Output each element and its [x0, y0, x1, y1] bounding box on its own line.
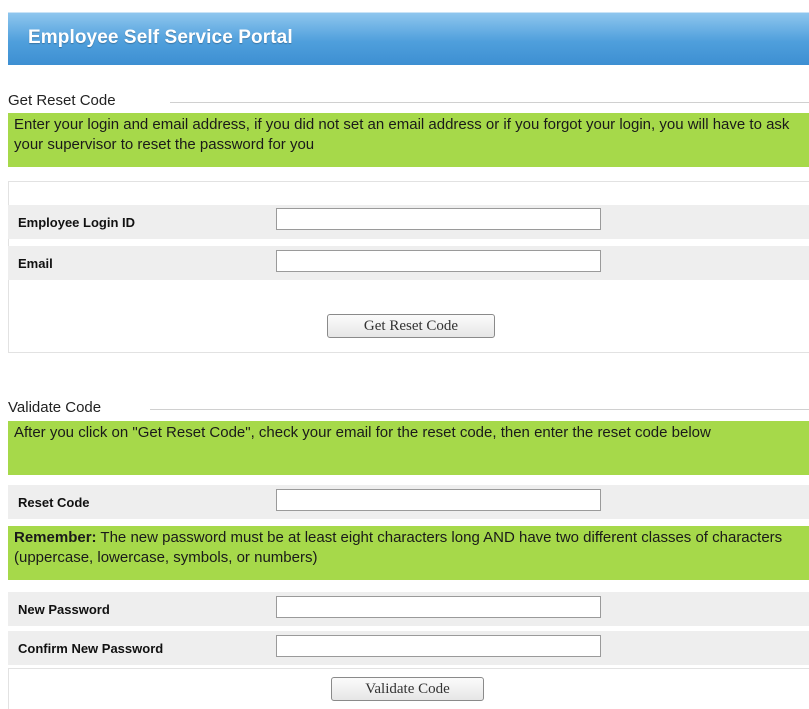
- password-requirements-note: Remember: The new password must be at le…: [8, 526, 809, 580]
- remember-label: Remember:: [14, 529, 97, 546]
- validate-code-button[interactable]: Validate Code: [331, 677, 484, 701]
- remember-text: The new password must be at least eight …: [14, 529, 783, 566]
- validate-legend: Validate Code: [8, 399, 105, 416]
- portal-title: Employee Self Service Portal: [28, 27, 293, 48]
- confirm-password-input[interactable]: [276, 635, 601, 657]
- new-password-label: New Password: [18, 602, 110, 617]
- email-label: Email: [18, 256, 53, 271]
- email-input[interactable]: [276, 250, 601, 272]
- new-password-input[interactable]: [276, 596, 601, 618]
- reset-code-input[interactable]: [276, 489, 601, 511]
- get-reset-instructions: Enter your login and email address, if y…: [8, 113, 809, 167]
- confirm-password-label: Confirm New Password: [18, 641, 164, 656]
- employee-login-input[interactable]: [276, 208, 601, 230]
- get-reset-legend: Get Reset Code: [8, 92, 119, 109]
- reset-code-label: Reset Code: [18, 495, 90, 510]
- login-label: Employee Login ID: [18, 215, 136, 230]
- validate-instructions: After you click on "Get Reset Code", che…: [8, 421, 809, 475]
- fieldset-border: [150, 409, 809, 410]
- fieldset-border: [170, 102, 809, 103]
- portal-header: Employee Self Service Portal: [8, 12, 809, 65]
- get-reset-code-button[interactable]: Get Reset Code: [327, 314, 495, 338]
